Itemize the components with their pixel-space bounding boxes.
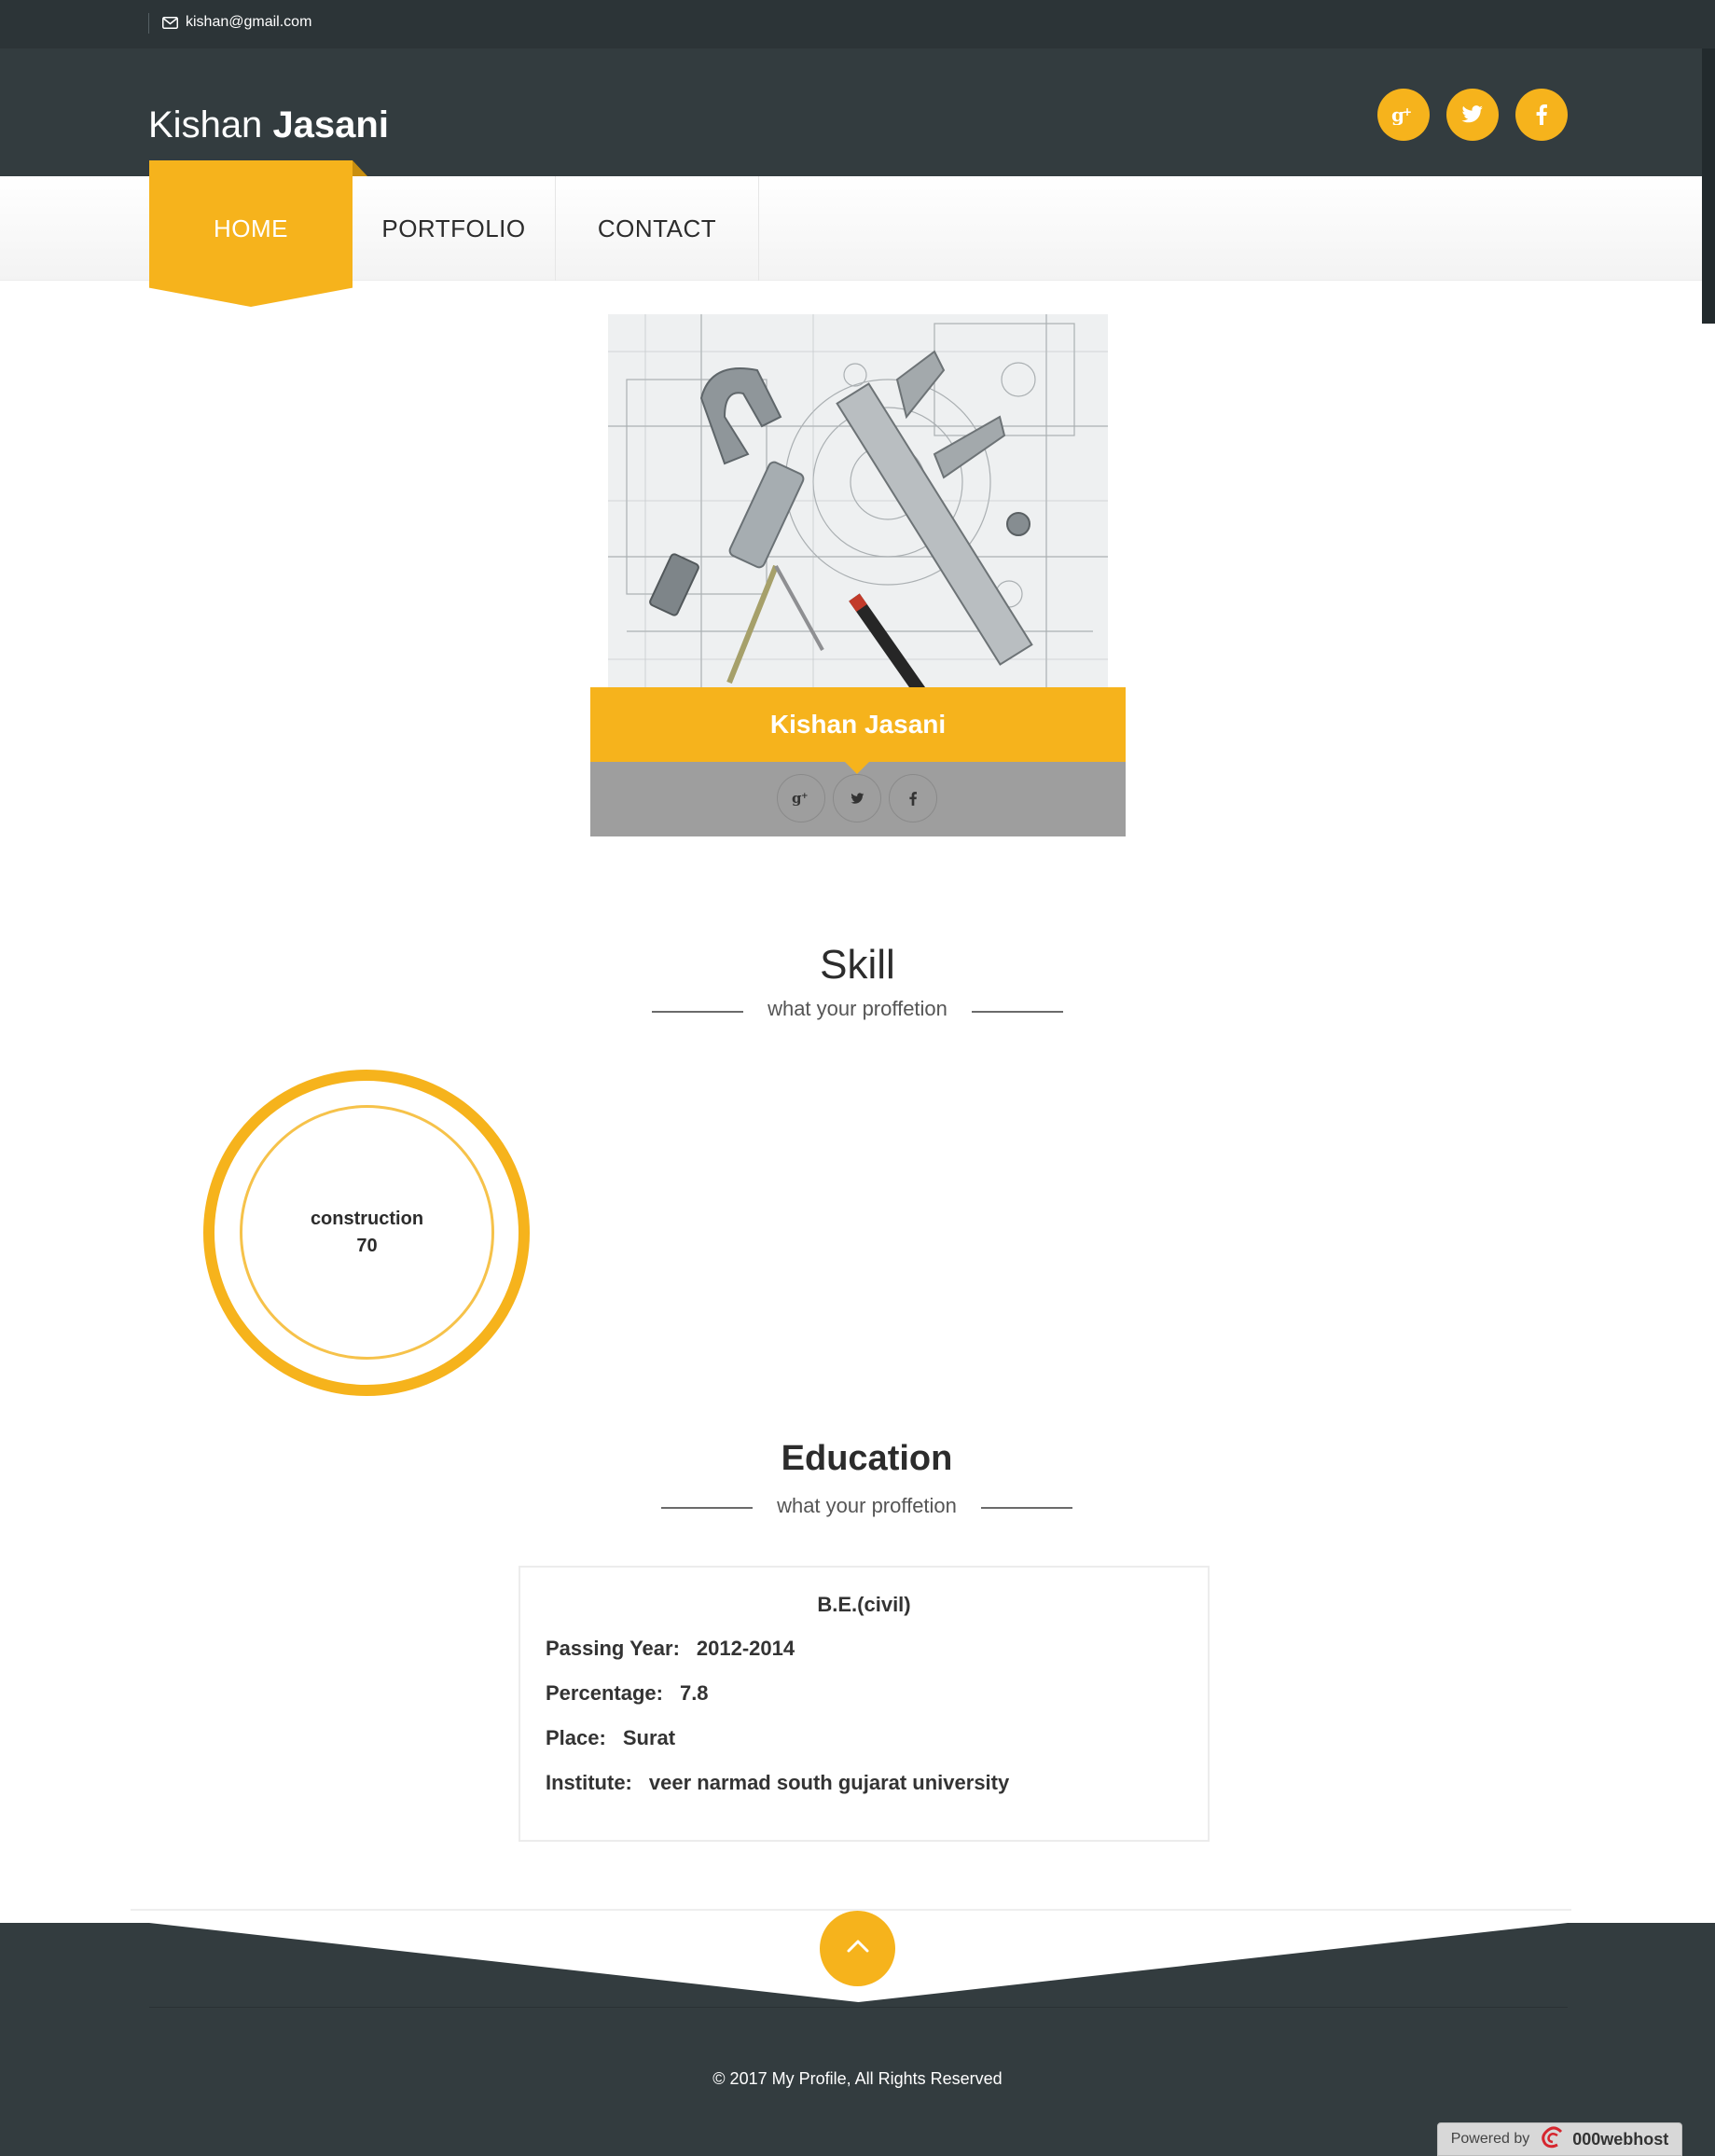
svg-text:+: + [1403, 105, 1412, 118]
education-subtitle: what your proffetion [777, 1494, 957, 1517]
brand-first-name: Kishan [148, 104, 263, 145]
education-title: Education [781, 1439, 953, 1478]
education-value: Surat [622, 1726, 676, 1749]
education-row-percentage: Percentage: 7.8 [546, 1681, 709, 1706]
education-value: 2012-2014 [696, 1637, 795, 1660]
skill-subtitle: what your proffetion [768, 997, 947, 1020]
top-bar: kishan@gmail.com [0, 0, 1715, 48]
site-brand[interactable]: Kishan Jasani [148, 104, 389, 146]
profile-facebook-icon[interactable] [889, 774, 937, 822]
scrollbar-thumb[interactable] [1702, 48, 1715, 324]
topbar-divider [148, 13, 149, 34]
education-label: Institute: [546, 1771, 632, 1794]
copyright-text: © 2017 My Profile, All Rights Reserved [712, 2069, 1003, 2088]
powered-by-label: Powered by [1450, 2131, 1530, 2147]
powered-by-badge[interactable]: Powered by 000webhost [1437, 2122, 1682, 2156]
back-to-top-button[interactable] [820, 1911, 895, 1986]
nav-label: CONTACT [597, 214, 717, 242]
education-row-place: Place: Surat [546, 1726, 675, 1750]
education-divider-right [981, 1507, 1072, 1509]
nav-item-contact[interactable]: CONTACT [556, 176, 759, 281]
site-header: Kishan Jasani g + [0, 48, 1702, 176]
envelope-icon [162, 16, 178, 29]
nav-label: PORTFOLIO [381, 214, 526, 242]
header-twitter-icon[interactable] [1446, 89, 1499, 141]
education-card: B.E.(civil) Passing Year: 2012-2014 Perce… [519, 1566, 1210, 1842]
skill-title: Skill [820, 942, 895, 988]
education-row-institute: Institute: veer narmad south gujarat univ… [546, 1771, 1009, 1795]
webhost-logo-icon [1537, 2126, 1565, 2153]
svg-text:+: + [801, 792, 809, 801]
nav-item-portfolio[interactable]: PORTFOLIO [353, 176, 556, 281]
profile-twitter-icon[interactable] [833, 774, 881, 822]
education-label: Passing Year: [546, 1637, 680, 1660]
profile-google-plus-icon[interactable]: g + [777, 774, 825, 822]
profile-photo [608, 314, 1108, 687]
header-facebook-icon[interactable] [1515, 89, 1568, 141]
education-value: 7.8 [679, 1681, 709, 1705]
skill-name: construction [310, 1208, 424, 1229]
skill-value: 70 [356, 1235, 378, 1256]
education-degree: B.E.(civil) [817, 1593, 911, 1616]
education-row-year: Passing Year: 2012-2014 [546, 1637, 795, 1661]
email-text: kishan@gmail.com [186, 14, 312, 30]
skill-divider-right [972, 1011, 1063, 1013]
education-label: Place: [546, 1726, 606, 1749]
brand-last-name: Jasani [272, 104, 389, 145]
education-value: veer narmad south gujarat university [648, 1771, 1010, 1794]
header-google-plus-icon[interactable]: g + [1377, 89, 1430, 141]
nav-label: HOME [214, 214, 288, 242]
skill-item: construction 70 [240, 1105, 494, 1360]
profile-name-bar: Kishan Jasani [590, 687, 1126, 762]
chevron-up-icon [846, 1939, 870, 1958]
email-link[interactable]: kishan@gmail.com [162, 14, 311, 31]
education-label: Percentage: [546, 1681, 663, 1705]
webhost-name: 000webhost [1572, 2129, 1669, 2149]
footer-divider [149, 2007, 1568, 2008]
profile-name: Kishan Jasani [769, 710, 947, 739]
nav-item-home[interactable]: HOME [149, 176, 353, 281]
